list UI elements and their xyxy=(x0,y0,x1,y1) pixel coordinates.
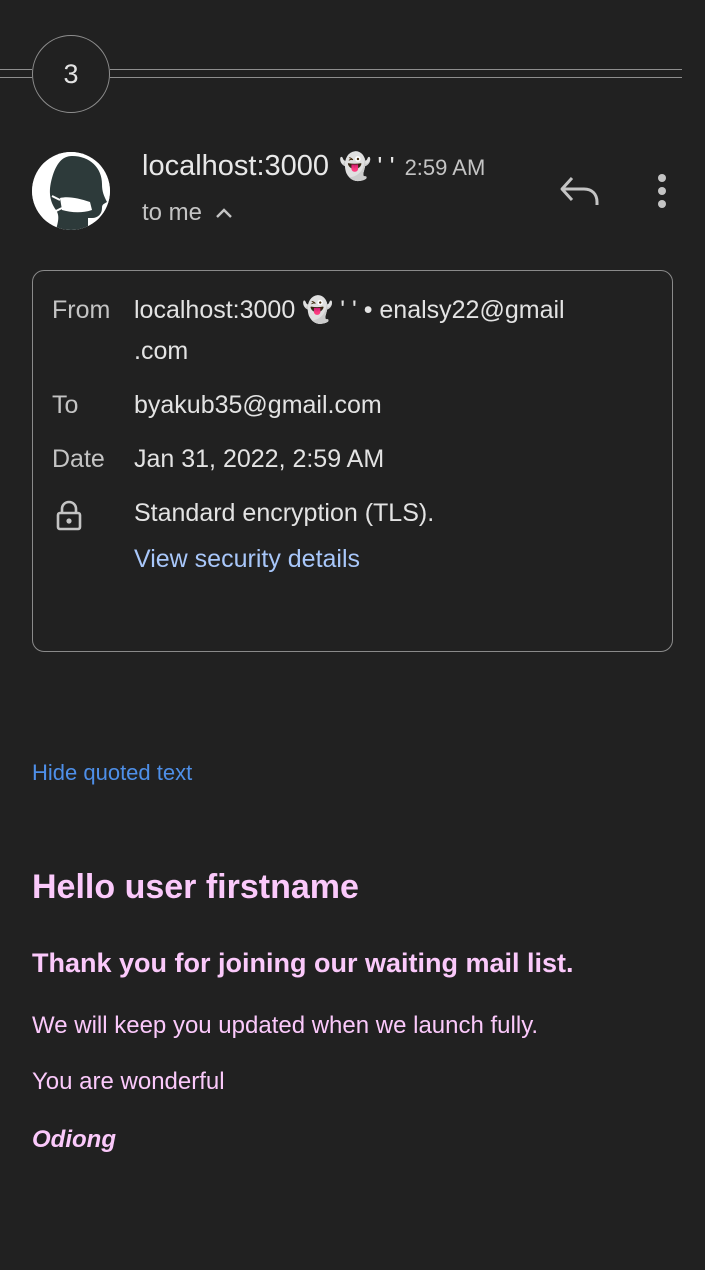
from-value-line1: localhost:3000 👻 ' ' • enalsy22@gmail xyxy=(134,296,565,324)
sender-avatar[interactable] xyxy=(32,152,110,230)
sender-header[interactable]: localhost:3000 👻 ' ' 2:59 AM xyxy=(142,150,485,190)
date-label: Date xyxy=(52,445,105,473)
from-label: From xyxy=(52,296,111,324)
message-heading: Hello user firstname xyxy=(32,868,359,906)
recipient-toggle[interactable]: to me xyxy=(142,199,234,227)
from-value-line2: .com xyxy=(134,337,189,365)
reply-button[interactable] xyxy=(558,172,602,210)
divider-line xyxy=(110,69,682,70)
sender-ghost-emoji: 👻 xyxy=(339,151,372,181)
divider-line xyxy=(0,69,32,70)
to-label: To xyxy=(52,391,79,419)
message-details-panel: From localhost:3000 👻 ' ' • enalsy22@gma… xyxy=(32,270,673,652)
reply-icon xyxy=(560,176,599,205)
encryption-text: Standard encryption (TLS). xyxy=(134,499,435,527)
message-signature: Odiong xyxy=(32,1126,116,1153)
lock-icon xyxy=(55,500,83,537)
message-paragraph-1: We will keep you updated when we launch … xyxy=(32,1012,539,1039)
date-value: Jan 31, 2022, 2:59 AM xyxy=(134,445,385,473)
more-options-button[interactable] xyxy=(648,172,676,212)
sender-quotes: ' ' xyxy=(377,151,395,181)
view-security-details-link[interactable]: View security details xyxy=(134,539,360,580)
hide-quoted-text-link[interactable]: Hide quoted text xyxy=(32,760,192,786)
message-paragraph-2: You are wonderful xyxy=(32,1068,225,1095)
divider-line xyxy=(0,77,32,78)
chevron-up-icon xyxy=(216,208,232,218)
divider-line xyxy=(110,77,682,78)
recipient-summary: to me xyxy=(142,199,203,226)
collapsed-messages-count[interactable]: 3 xyxy=(32,35,110,113)
sender-name: localhost:3000 xyxy=(142,150,330,182)
message-time: 2:59 AM xyxy=(404,155,486,180)
more-vert-icon xyxy=(658,174,666,208)
message-subheading: Thank you for joining our waiting mail l… xyxy=(32,948,574,978)
to-value: byakub35@gmail.com xyxy=(134,391,382,419)
masked-person-icon xyxy=(32,152,110,230)
messages-count-label: 3 xyxy=(63,58,79,89)
from-value: localhost:3000 👻 ' ' • enalsy22@gmail .c… xyxy=(134,290,565,372)
